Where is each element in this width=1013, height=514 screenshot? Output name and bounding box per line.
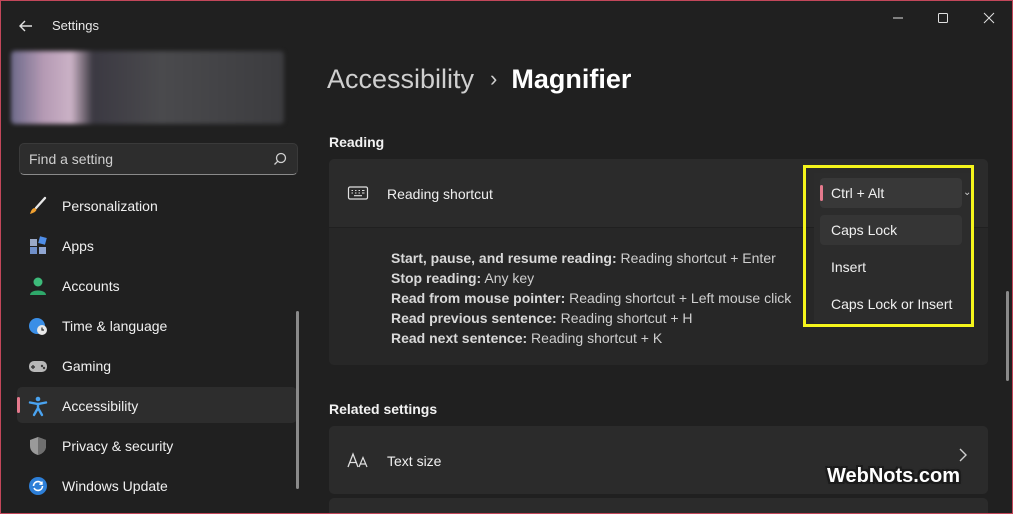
sidebar-item-apps[interactable]: Apps xyxy=(17,227,297,263)
content-scrollbar[interactable] xyxy=(1006,291,1009,381)
text-size-icon xyxy=(347,452,368,468)
breadcrumb-separator: › xyxy=(490,66,498,91)
brush-icon xyxy=(30,196,47,214)
sidebar-item-gaming[interactable]: Gaming xyxy=(17,347,297,383)
page-title: Magnifier xyxy=(511,63,632,94)
title-bar: Settings xyxy=(1,1,1012,49)
related-settings-heading: Related settings xyxy=(329,401,438,417)
breadcrumb: Accessibility › Magnifier xyxy=(327,59,631,99)
back-arrow-icon xyxy=(19,20,32,32)
next-related-row[interactable] xyxy=(329,498,988,513)
sidebar-item-privacy-security[interactable]: Privacy & security xyxy=(17,427,297,463)
sidebar-scrollbar[interactable] xyxy=(296,311,299,489)
sidebar-item-time-language[interactable]: Time & language xyxy=(17,307,297,343)
keyboard-icon xyxy=(347,186,369,200)
maximize-icon xyxy=(938,13,948,23)
accessibility-icon xyxy=(28,396,48,417)
instruction-line: Read from mouse pointer: Reading shortcu… xyxy=(391,290,792,306)
reading-heading: Reading xyxy=(329,134,385,150)
user-profile-blurred[interactable] xyxy=(11,51,284,124)
minimize-button[interactable] xyxy=(878,7,918,29)
sidebar-item-windows-update[interactable]: Windows Update xyxy=(17,467,297,503)
sidebar-item-label: Privacy & security xyxy=(62,438,174,454)
sidebar-item-label: Accessibility xyxy=(62,398,139,414)
sidebar-nav: Personalization Apps Accounts Time & lan… xyxy=(17,187,297,507)
sidebar-item-label: Personalization xyxy=(62,198,158,214)
active-indicator xyxy=(17,397,20,413)
search-icon[interactable] xyxy=(273,152,287,166)
breadcrumb-parent[interactable]: Accessibility xyxy=(327,64,474,95)
close-icon xyxy=(983,12,995,24)
sidebar-item-label: Accounts xyxy=(62,278,120,294)
chevron-right-icon xyxy=(959,448,967,462)
highlight-annotation-box xyxy=(803,165,974,327)
search-box xyxy=(19,143,298,175)
settings-window: Settings Personalization xyxy=(0,0,1013,514)
instruction-line: Read next sentence: Reading shortcut + K xyxy=(391,330,663,346)
watermark: WebNots.com xyxy=(827,465,960,487)
app-title: Settings xyxy=(52,18,99,33)
shield-icon xyxy=(30,437,46,455)
instructions-list: Start, pause, and resume reading: Readin… xyxy=(391,248,791,348)
sidebar-item-accessibility[interactable]: Accessibility xyxy=(17,387,297,423)
sidebar-item-personalization[interactable]: Personalization xyxy=(17,187,297,223)
instruction-line: Start, pause, and resume reading: Readin… xyxy=(391,250,776,266)
globe-clock-icon xyxy=(29,318,47,335)
reading-shortcut-label: Reading shortcut xyxy=(387,186,493,202)
search-input[interactable] xyxy=(20,144,260,174)
maximize-button[interactable] xyxy=(923,7,963,29)
instruction-line: Stop reading: Any key xyxy=(391,270,535,286)
gamepad-icon xyxy=(29,361,47,372)
sidebar-item-accounts[interactable]: Accounts xyxy=(17,267,297,303)
update-icon xyxy=(29,477,47,495)
instruction-line: Read previous sentence: Reading shortcut… xyxy=(391,310,693,326)
text-size-label: Text size xyxy=(387,453,442,469)
sidebar-item-label: Apps xyxy=(62,238,94,254)
accounts-icon xyxy=(30,277,46,295)
sidebar-item-label: Gaming xyxy=(62,358,112,374)
sidebar-item-label: Windows Update xyxy=(62,478,168,494)
close-button[interactable] xyxy=(969,7,1009,29)
minimize-icon xyxy=(893,17,903,19)
apps-icon xyxy=(30,236,47,254)
sidebar-item-label: Time & language xyxy=(62,318,168,334)
back-button[interactable] xyxy=(13,13,39,39)
